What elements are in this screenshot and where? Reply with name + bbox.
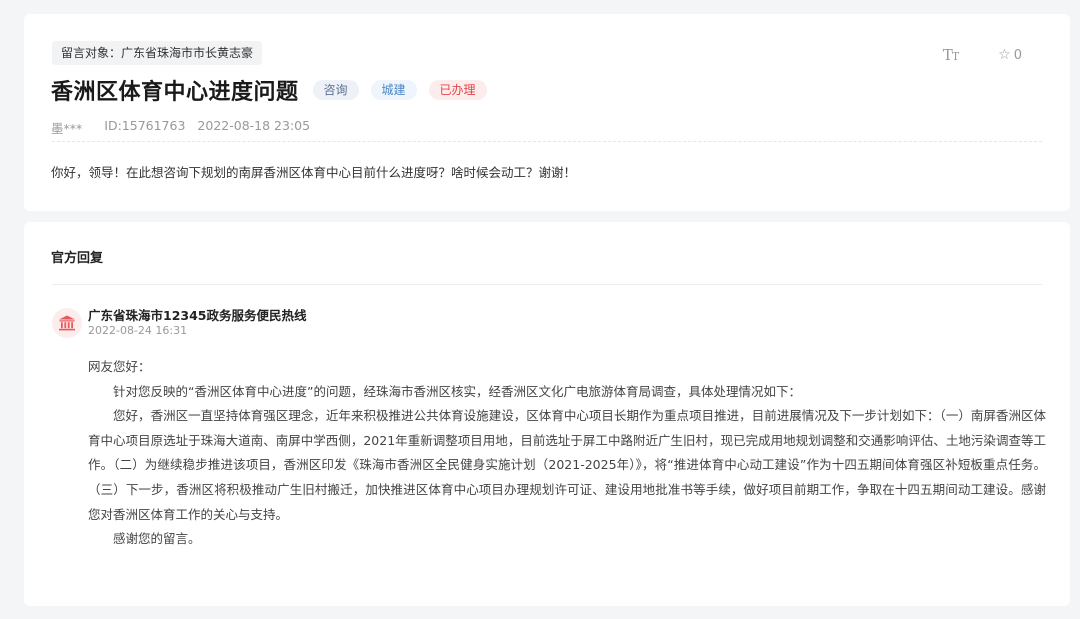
reply-closing: 感谢您的留言。	[113, 531, 201, 547]
message-title: 香洲区体育中心进度问题	[51, 80, 299, 105]
reply-paragraph-1: 针对您反映的“香洲区体育中心进度”的问题，经珠海市香洲区核实，经香洲区文化广电旅…	[113, 383, 801, 399]
font-size-icon[interactable]: TT	[943, 46, 959, 64]
title-row: 香洲区体育中心进度问题 咨询 城建 已办理	[51, 74, 487, 106]
area-badge: 城建	[370, 80, 417, 100]
reply-card: 官方回复 广东省珠海市12345政务服务便民热线 2022-08-24 16:3…	[24, 222, 1070, 606]
dashed-divider	[52, 141, 1042, 142]
status-badge: 已办理	[428, 80, 487, 100]
message-card: 留言对象：广东省珠海市市长黄志豪 TT ☆ 0 香洲区体育中心进度问题 咨询 城…	[24, 14, 1070, 211]
message-toolbar: TT ☆ 0	[943, 46, 1022, 64]
message-meta: 墨*** ID:15761763 2022-08-18 23:05	[51, 118, 310, 137]
reply-body: 网友您好： 针对您反映的“香洲区体育中心进度”的问题，经珠海市香洲区核实，经香洲…	[88, 355, 1046, 552]
government-building-icon	[52, 308, 82, 338]
author-name: 墨***	[51, 121, 83, 136]
responder-name: 广东省珠海市12345政务服务便民热线	[88, 308, 307, 323]
message-target-tag: 留言对象：广东省珠海市市长黄志豪	[52, 41, 263, 65]
reply-greeting: 网友您好：	[88, 359, 151, 374]
reply-heading: 官方回复	[51, 251, 104, 266]
star-outline-icon: ☆	[998, 47, 1011, 63]
message-datetime: 2022-08-18 23:05	[197, 118, 311, 133]
message-content: 你好，领导！在此想咨询下规划的南屏香洲区体育中心目前什么进度呀？啥时候会动工？谢…	[51, 165, 577, 180]
message-id: ID:15761763	[104, 118, 186, 133]
like-count: 0	[1013, 47, 1022, 63]
category-badge: 咨询	[312, 80, 359, 100]
reply-divider	[52, 284, 1042, 285]
reply-paragraph-2: 您好，香洲区一直坚持体育强区理念，近年来积极推进公共体育设施建设，区体育中心项目…	[88, 408, 1046, 522]
reply-date: 2022-08-24 16:31	[88, 324, 188, 337]
like-button[interactable]: ☆ 0	[998, 47, 1022, 63]
